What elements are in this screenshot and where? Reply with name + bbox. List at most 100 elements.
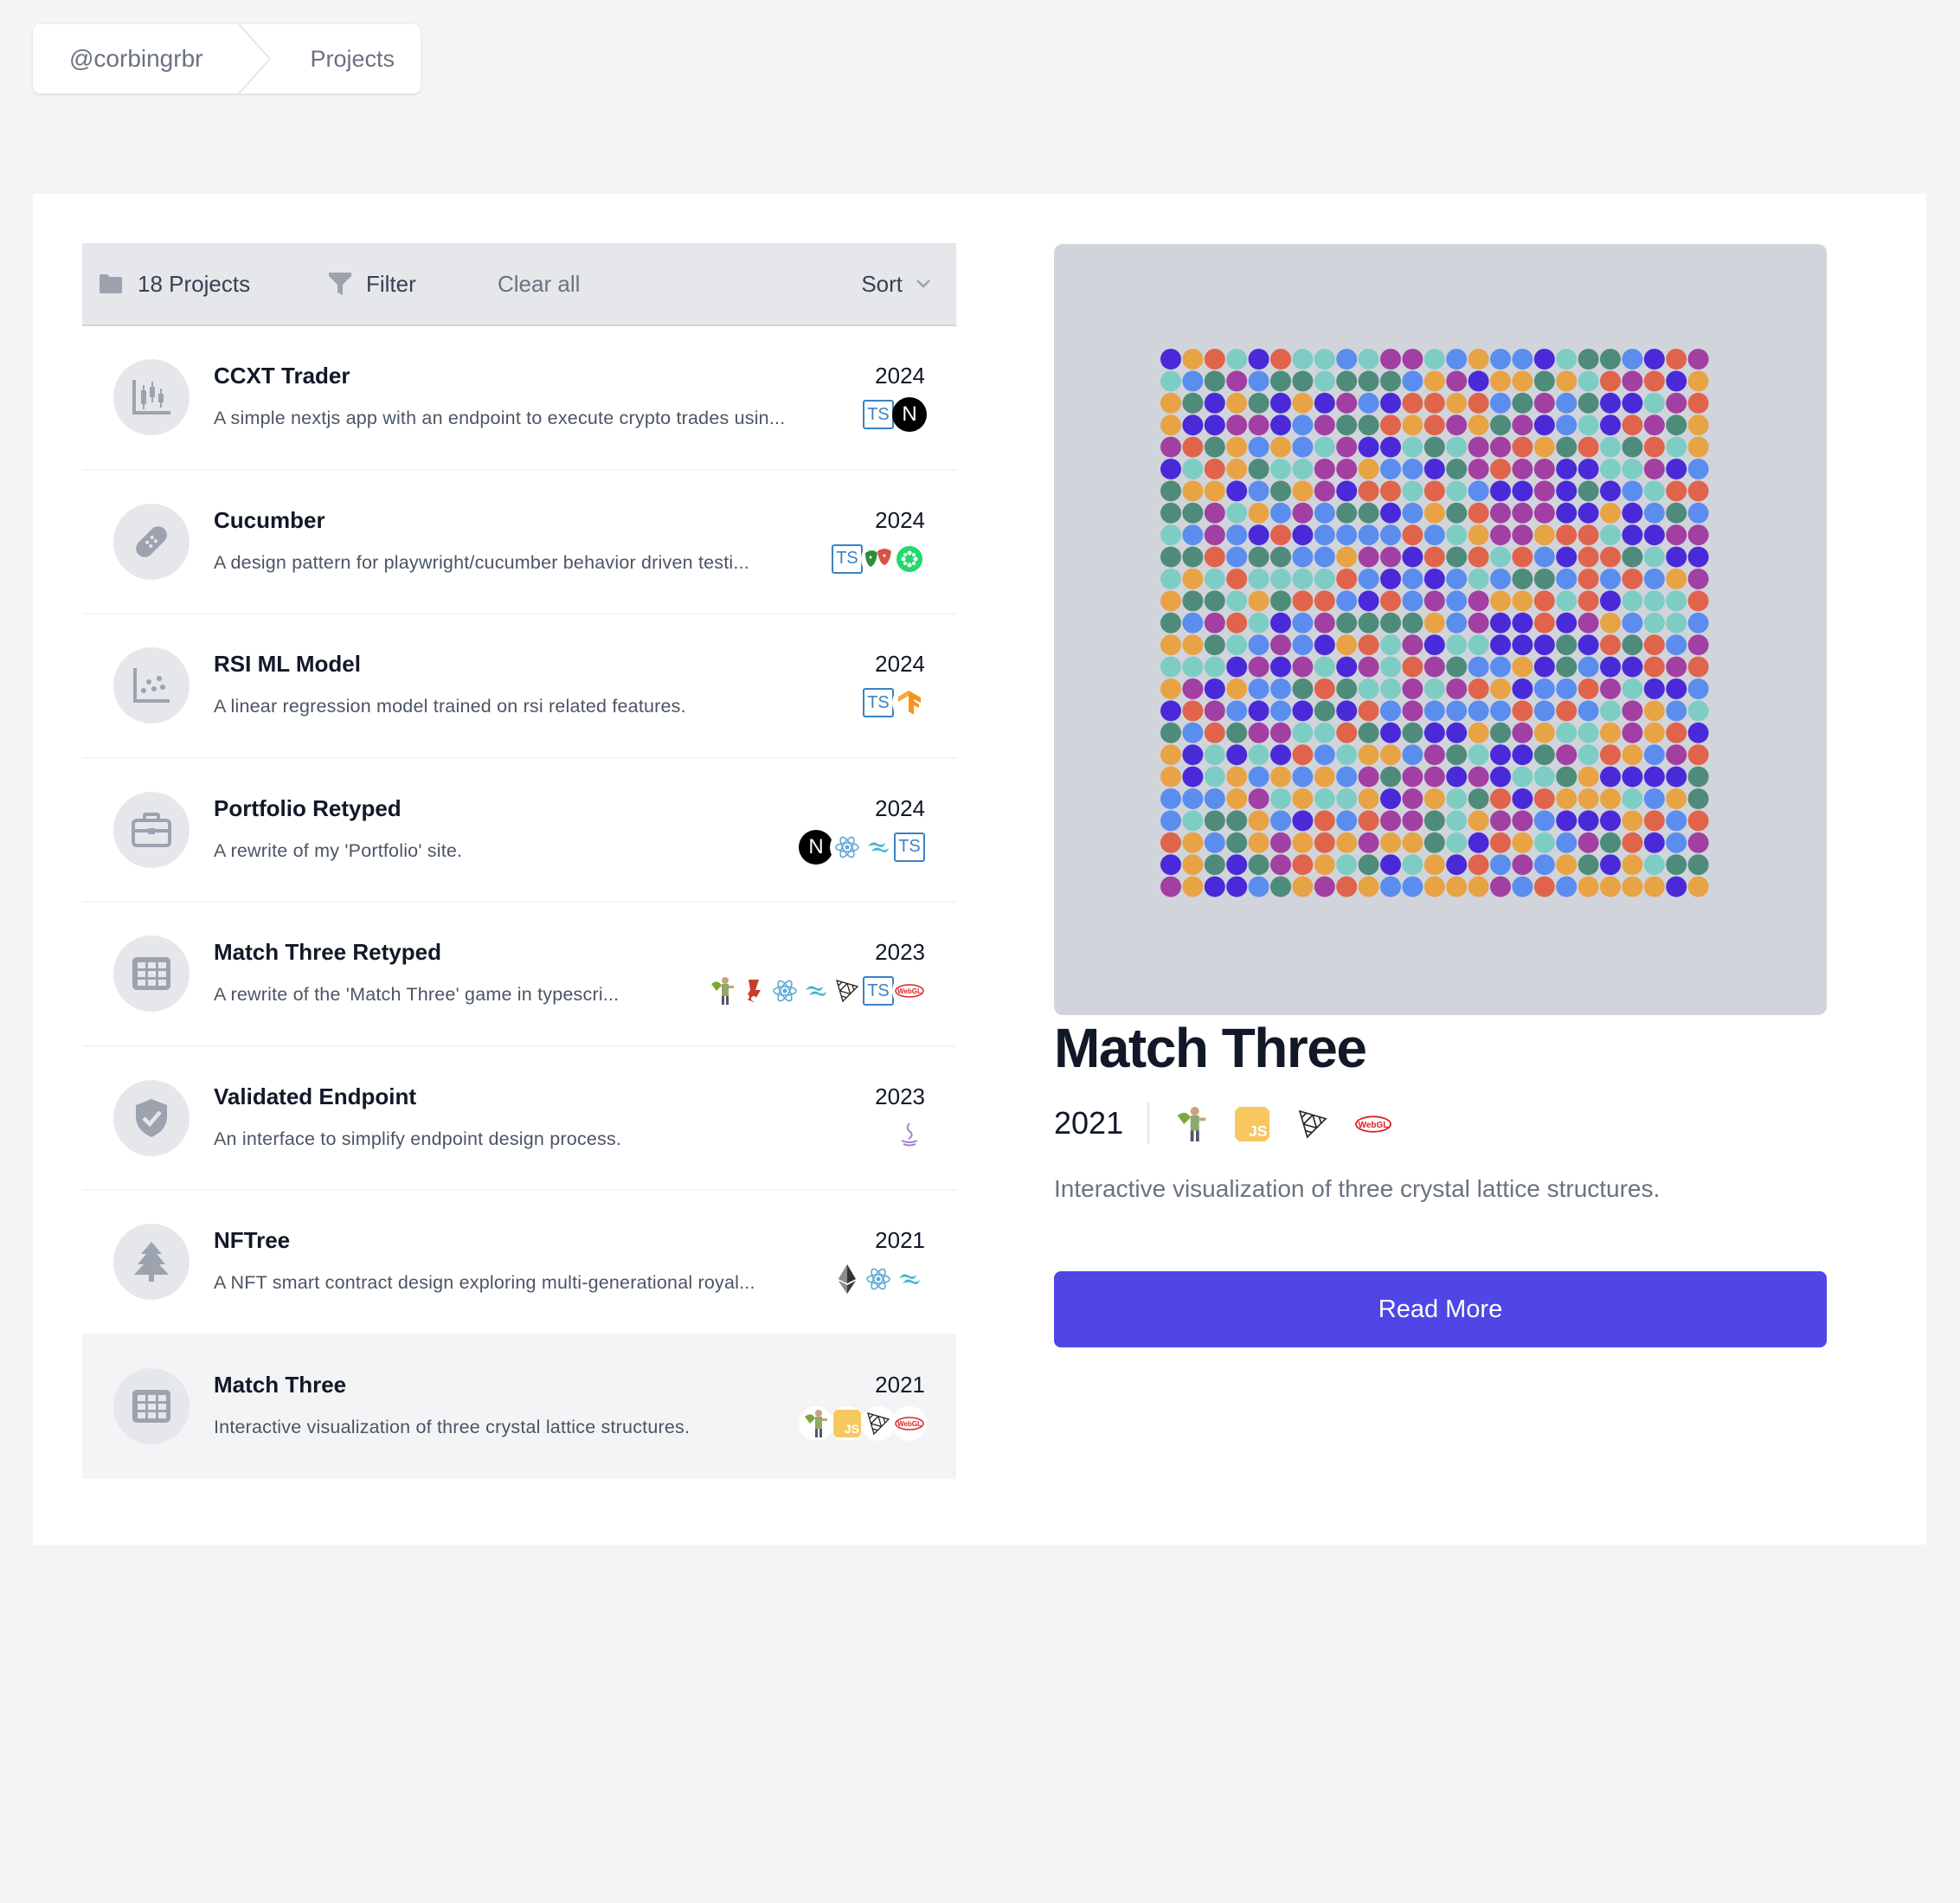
project-row[interactable]: NFTree A NFT smart contract design explo… <box>82 1191 956 1335</box>
grid-dot <box>1358 700 1379 722</box>
grid-dot <box>1490 524 1511 546</box>
grid-dot <box>1533 590 1555 612</box>
grid-dot <box>1248 634 1269 656</box>
grid-dot <box>1622 436 1643 458</box>
grid-dot <box>1358 656 1379 678</box>
grid-dot <box>1446 392 1468 414</box>
grid-dot <box>1666 722 1687 743</box>
grid-dot <box>1490 634 1511 656</box>
grid-dot <box>1446 590 1468 612</box>
grid-dot <box>1336 349 1358 370</box>
breadcrumb-projects-link[interactable]: Projects <box>273 24 421 93</box>
project-tech-stack: N TS <box>799 829 927 865</box>
grid-dot <box>1512 788 1533 809</box>
grid-dot <box>1446 524 1468 546</box>
grid-dot <box>1270 459 1291 479</box>
grid-dot <box>1578 590 1599 612</box>
grid-dot <box>1204 656 1225 678</box>
typescript-icon: TS <box>830 541 864 576</box>
breadcrumb-user-link[interactable]: @corbingrbr <box>33 24 239 93</box>
project-year: 2024 <box>875 506 925 533</box>
grid-dot <box>1204 436 1225 458</box>
project-row[interactable]: RSI ML Model A linear regression model t… <box>82 614 956 759</box>
grid-dot <box>1248 392 1269 414</box>
grid-dot <box>1512 700 1533 722</box>
superhero-icon <box>705 974 740 1008</box>
grid-dot <box>1643 590 1665 612</box>
grid-dot <box>1533 612 1555 633</box>
sort-button[interactable]: Sort <box>861 271 932 298</box>
project-row[interactable]: Match Three Interactive visualization of… <box>82 1334 956 1479</box>
grid-icon <box>113 935 190 1012</box>
grid-dot <box>1490 832 1511 853</box>
grid-dot <box>1314 612 1335 633</box>
scatter-chart-icon <box>113 647 190 723</box>
grid-dot <box>1622 810 1643 832</box>
grid-dot <box>1314 876 1335 897</box>
grid-dot <box>1380 480 1401 502</box>
grid-dot <box>1314 480 1335 502</box>
grid-dot <box>1248 436 1269 458</box>
project-row[interactable]: CCXT Trader A simple nextjs app with an … <box>82 326 956 471</box>
grid-dot <box>1358 876 1379 897</box>
grid-dot <box>1380 392 1401 414</box>
project-description: An interface to simplify endpoint design… <box>214 1128 622 1149</box>
grid-dot <box>1556 480 1578 502</box>
grid-dot <box>1423 678 1445 699</box>
grid-dot <box>1468 766 1489 788</box>
project-row[interactable]: Match Three Retyped A rewrite of the 'Ma… <box>82 903 956 1047</box>
grid-dot <box>1402 502 1423 524</box>
grid-dot <box>1468 634 1489 656</box>
grid-dot <box>1182 744 1204 766</box>
grid-dot <box>1204 678 1225 699</box>
main-panel: 18 Projects Filter Clear all Sort CCXT T… <box>33 194 1926 1545</box>
project-row[interactable]: Validated Endpoint An interface to simpl… <box>82 1047 956 1191</box>
grid-dot <box>1226 546 1248 568</box>
grid-dot <box>1468 744 1489 766</box>
grid-dot <box>1402 546 1423 568</box>
grid-dot <box>1533 524 1555 546</box>
detail-tech-item: JS <box>1232 1103 1276 1146</box>
grid-dot <box>1423 788 1445 809</box>
grid-dot <box>1248 876 1269 897</box>
grid-dot <box>1643 766 1665 788</box>
grid-dot <box>1556 678 1578 699</box>
grid-dot <box>1182 392 1204 414</box>
grid-dot <box>1292 392 1314 414</box>
grid-dot <box>1160 502 1181 524</box>
read-more-button[interactable]: Read More <box>1054 1271 1827 1347</box>
grid-dot <box>1600 459 1621 479</box>
grid-dot <box>1578 788 1599 809</box>
grid-dot <box>1446 370 1468 392</box>
grid-dot <box>1622 744 1643 766</box>
grid-dot <box>1490 744 1511 766</box>
grid-dot <box>1182 766 1204 788</box>
grid-dot <box>1402 678 1423 699</box>
grid-dot <box>1182 590 1204 612</box>
grid-dot <box>1204 590 1225 612</box>
grid-dot <box>1556 569 1578 589</box>
grid-dot <box>1512 392 1533 414</box>
detail-tech-item <box>1172 1103 1215 1146</box>
grid-dot <box>1643 569 1665 589</box>
nextjs-icon: N <box>892 397 927 432</box>
grid-dot <box>1182 656 1204 678</box>
project-row[interactable]: Cucumber A design pattern for playwright… <box>82 471 956 614</box>
webgl-icon: WebGL <box>892 1405 927 1441</box>
grid-dot <box>1468 524 1489 546</box>
grid-dot <box>1600 590 1621 612</box>
grid-dot <box>1687 612 1709 633</box>
grid-dot <box>1292 832 1314 853</box>
grid-dot <box>1402 459 1423 479</box>
grid-dot <box>1643 832 1665 853</box>
project-row[interactable]: Portfolio Retyped A rewrite of my 'Portf… <box>82 759 956 903</box>
grid-dot <box>1687 634 1709 656</box>
grid-dot <box>1402 415 1423 436</box>
grid-dot <box>1358 502 1379 524</box>
clear-all-button[interactable]: Clear all <box>498 271 580 298</box>
filter-button[interactable]: Filter <box>328 271 416 298</box>
project-list: 18 Projects Filter Clear all Sort CCXT T… <box>82 243 956 1479</box>
grid-dot <box>1687 569 1709 589</box>
grid-dot <box>1292 436 1314 458</box>
grid-dot <box>1423 349 1445 370</box>
